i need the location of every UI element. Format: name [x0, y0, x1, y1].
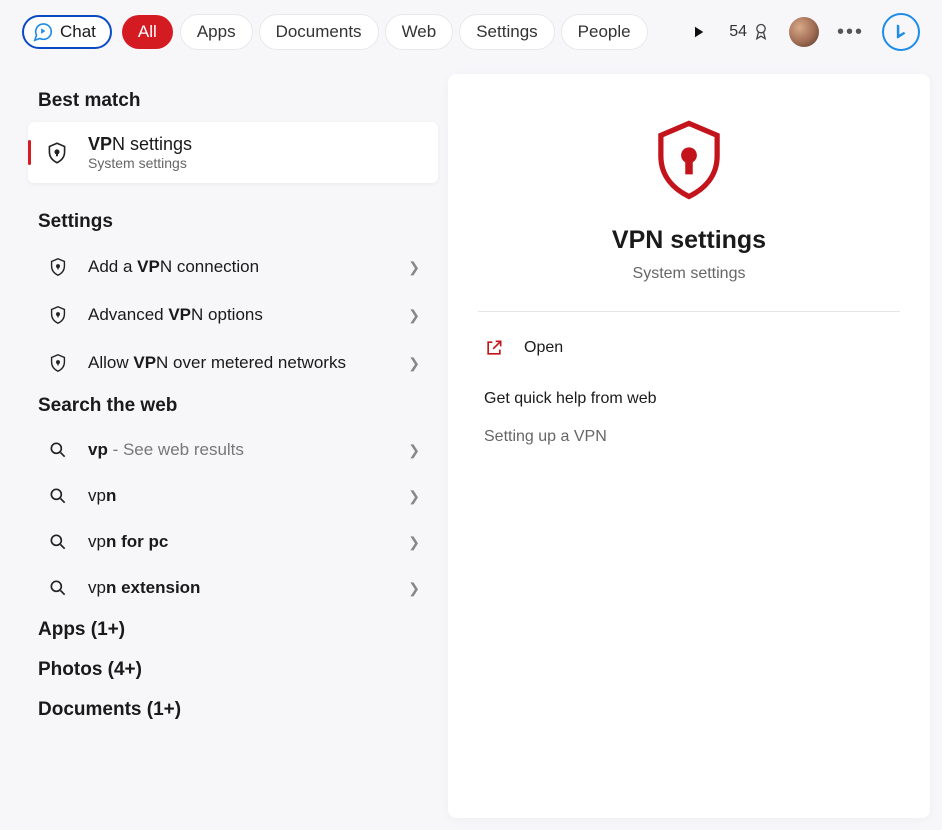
- settings-item-allow-vpn-metered[interactable]: Allow VPN over metered networks ❯: [28, 339, 438, 387]
- search-icon: [46, 440, 70, 460]
- best-match-text: VPN settings System settings: [88, 134, 192, 171]
- chat-label: Chat: [60, 22, 96, 42]
- medal-icon: [751, 22, 771, 42]
- settings-item-label: Allow VPN over metered networks: [88, 353, 390, 373]
- chevron-right-icon: ❯: [408, 442, 420, 459]
- tab-apps[interactable]: Apps: [181, 15, 252, 49]
- chevron-right-icon: ❯: [408, 259, 420, 276]
- bing-button[interactable]: [882, 13, 920, 51]
- web-item-label: vpn for pc: [88, 532, 390, 552]
- results-panel: Best match VPN settings System settings …: [0, 62, 448, 830]
- details-panel: VPN settings System settings Open Get qu…: [448, 74, 930, 818]
- open-external-icon: [484, 338, 504, 358]
- more-options-button[interactable]: •••: [837, 21, 864, 44]
- web-item-vpn-extension[interactable]: vpn extension ❯: [28, 565, 438, 611]
- web-item-label: vpn extension: [88, 578, 390, 598]
- chevron-right-icon: ❯: [408, 534, 420, 551]
- rewards-points[interactable]: 54: [729, 22, 771, 42]
- tab-people[interactable]: People: [562, 15, 647, 49]
- hero-subtitle: System settings: [633, 265, 746, 283]
- hero-title: VPN settings: [612, 226, 766, 255]
- chevron-right-icon: ❯: [408, 307, 420, 324]
- chevron-right-icon: ❯: [408, 488, 420, 505]
- web-item-label: vpn: [88, 486, 390, 506]
- search-icon: [46, 532, 70, 552]
- web-item-vp[interactable]: vp - See web results ❯: [28, 427, 438, 473]
- shield-icon: [46, 352, 70, 374]
- help-link-setup-vpn[interactable]: Setting up a VPN: [478, 422, 900, 452]
- more-section-photos[interactable]: Photos (4+): [28, 651, 438, 691]
- tab-all[interactable]: All: [122, 15, 173, 49]
- tab-settings[interactable]: Settings: [460, 15, 553, 49]
- more-section-documents[interactable]: Documents (1+): [28, 691, 438, 731]
- shield-lock-large-icon: [644, 114, 734, 204]
- shield-icon: [46, 256, 70, 278]
- web-item-label: vp - See web results: [88, 440, 390, 460]
- top-bar: Chat All Apps Documents Web Settings Peo…: [0, 0, 942, 62]
- chevron-right-icon: ❯: [408, 580, 420, 597]
- shield-lock-icon: [42, 138, 72, 168]
- best-match-title: VPN settings: [88, 134, 192, 155]
- search-icon: [46, 578, 70, 598]
- best-match-heading: Best match: [28, 82, 438, 122]
- settings-heading: Settings: [28, 203, 438, 243]
- more-section-apps[interactable]: Apps (1+): [28, 611, 438, 651]
- open-action[interactable]: Open: [478, 326, 900, 370]
- chat-pill[interactable]: Chat: [22, 15, 112, 49]
- search-icon: [46, 486, 70, 506]
- settings-item-add-vpn[interactable]: Add a VPN connection ❯: [28, 243, 438, 291]
- filter-tabs: All Apps Documents Web Settings People: [122, 15, 647, 49]
- best-match-subtitle: System settings: [88, 155, 192, 171]
- tab-web[interactable]: Web: [386, 15, 453, 49]
- settings-item-advanced-vpn[interactable]: Advanced VPN options ❯: [28, 291, 438, 339]
- best-match-item[interactable]: VPN settings System settings: [28, 122, 438, 183]
- bing-icon: [891, 22, 911, 42]
- tabs-overflow-button[interactable]: [685, 19, 711, 45]
- content-columns: Best match VPN settings System settings …: [0, 62, 942, 830]
- web-item-vpn[interactable]: vpn ❯: [28, 473, 438, 519]
- chevron-right-icon: ❯: [408, 355, 420, 372]
- help-heading: Get quick help from web: [478, 370, 900, 422]
- settings-item-label: Add a VPN connection: [88, 257, 390, 277]
- web-item-vpn-for-pc[interactable]: vpn for pc ❯: [28, 519, 438, 565]
- user-avatar[interactable]: [789, 17, 819, 47]
- settings-item-label: Advanced VPN options: [88, 305, 390, 325]
- chat-bubble-icon: [32, 21, 54, 43]
- rewards-count: 54: [729, 23, 747, 41]
- top-right-tools: 54 •••: [685, 13, 920, 51]
- search-web-heading: Search the web: [28, 387, 438, 427]
- tab-documents[interactable]: Documents: [260, 15, 378, 49]
- open-label: Open: [524, 339, 563, 357]
- hero: VPN settings System settings: [478, 114, 900, 312]
- shield-icon: [46, 304, 70, 326]
